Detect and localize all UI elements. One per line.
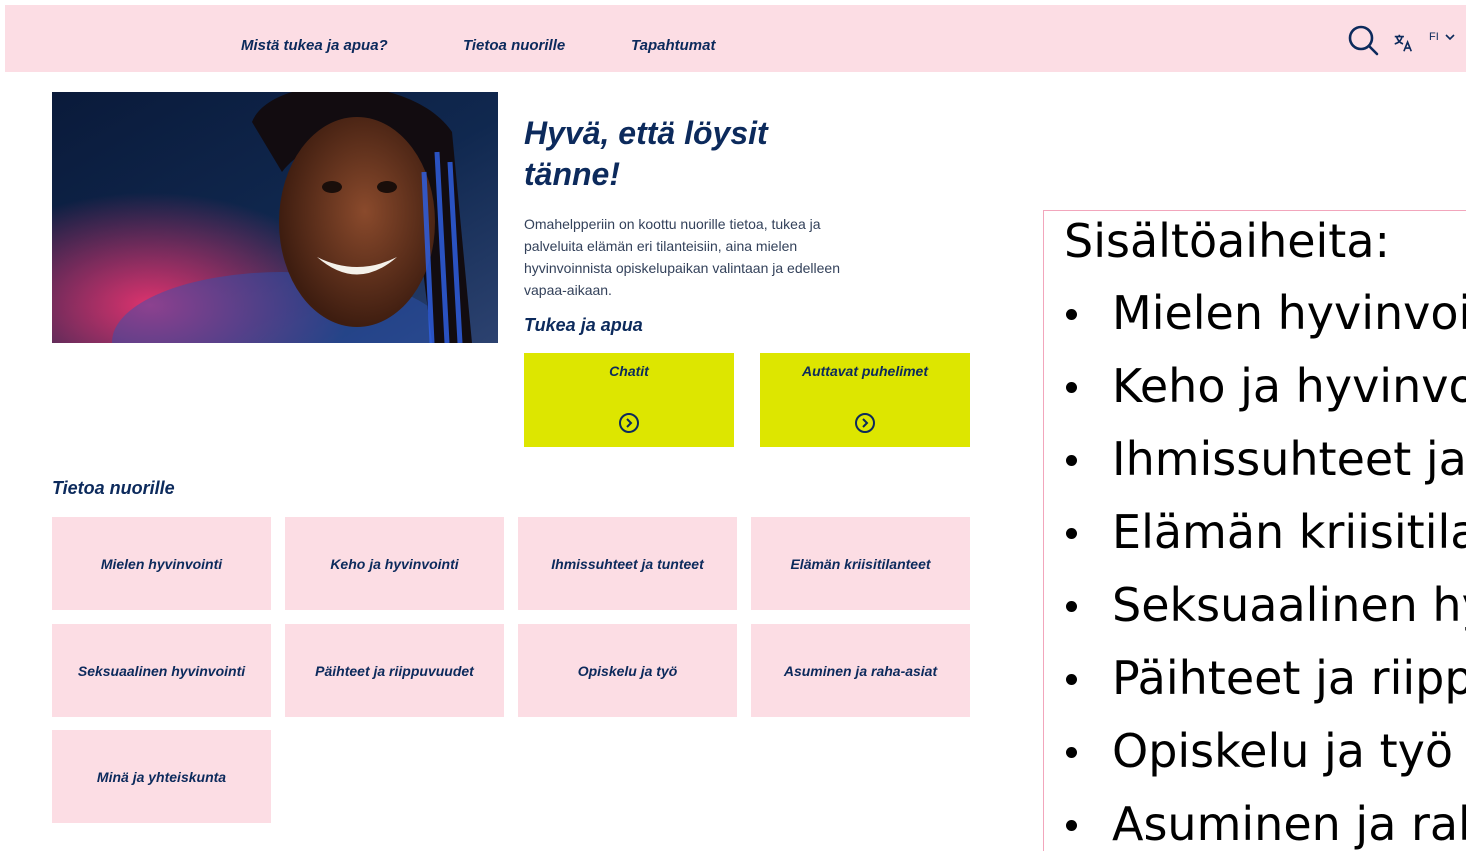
- list-item-label: Ihmissuhteet ja tunteet: [1112, 432, 1466, 486]
- list-item: Opiskelu ja työ: [1044, 721, 1466, 794]
- bullet-icon: [1066, 674, 1077, 685]
- translate-icon[interactable]: [1392, 32, 1414, 54]
- nav-link-info[interactable]: Tietoa nuorille: [463, 37, 565, 54]
- topic-tile[interactable]: Päihteet ja riippuvuudet: [285, 624, 504, 717]
- support-heading: Tukea ja apua: [524, 315, 643, 335]
- hero-title: Hyvä, että löysit tänne!: [524, 115, 768, 192]
- top-navigation-bar: [5, 5, 1466, 72]
- list-item: Keho ja hyvinvointi: [1044, 356, 1466, 429]
- list-item: Elämän kriisitilanteet: [1044, 502, 1466, 575]
- bullet-icon: [1066, 309, 1077, 320]
- topic-tile[interactable]: Keho ja hyvinvointi: [285, 517, 504, 610]
- chats-button-label: Chatit: [609, 363, 649, 379]
- hero-description: Omahelpperiin on koottu nuorille tietoa,…: [524, 216, 840, 298]
- bullet-icon: [1066, 747, 1077, 758]
- topic-tile[interactable]: Mielen hyvinvointi: [52, 517, 271, 610]
- chevron-down-icon: [1445, 34, 1455, 41]
- nav-link-events[interactable]: Tapahtumat: [631, 37, 715, 54]
- list-item-label: Opiskelu ja työ: [1112, 724, 1454, 778]
- list-item-label: Keho ja hyvinvointi: [1112, 359, 1466, 413]
- list-item: Asuminen ja raha-asiat: [1044, 794, 1466, 851]
- helplines-button-label: Auttavat puhelimet: [801, 363, 928, 379]
- arrow-circle-icon: [619, 413, 639, 433]
- bullet-icon: [1066, 601, 1077, 612]
- list-item-label: Seksuaalinen hyvinvointi: [1112, 578, 1466, 632]
- list-item: Ihmissuhteet ja tunteet: [1044, 429, 1466, 502]
- arrow-circle-icon: [855, 413, 875, 433]
- topics-heading: Tietoa nuorille: [52, 478, 175, 498]
- search-icon[interactable]: [1346, 23, 1380, 57]
- language-label: FI: [1429, 31, 1439, 43]
- list-item-label: Elämän kriisitilanteet: [1112, 505, 1466, 559]
- list-item: Seksuaalinen hyvinvointi: [1044, 575, 1466, 648]
- bullet-icon: [1066, 820, 1077, 831]
- topic-tile[interactable]: Elämän kriisitilanteet: [751, 517, 970, 610]
- content-topics-panel: Sisältöaiheita: Mielen hyvinvointi Keho …: [1043, 210, 1466, 851]
- list-item: Mielen hyvinvointi: [1044, 283, 1466, 356]
- chats-button[interactable]: Chatit: [524, 353, 734, 447]
- topic-tile[interactable]: Seksuaalinen hyvinvointi: [52, 624, 271, 717]
- list-item-label: Päihteet ja riippuvuudet: [1112, 651, 1466, 705]
- list-item-label: Mielen hyvinvointi: [1112, 286, 1466, 340]
- hero-image: [52, 92, 498, 343]
- panel-title: Sisältöaiheita:: [1064, 214, 1391, 268]
- topic-tile[interactable]: Minä ja yhteiskunta: [52, 730, 271, 823]
- topic-tile[interactable]: Opiskelu ja työ: [518, 624, 737, 717]
- panel-list: Mielen hyvinvointi Keho ja hyvinvointi I…: [1044, 283, 1466, 851]
- topic-tile[interactable]: Ihmissuhteet ja tunteet: [518, 517, 737, 610]
- bullet-icon: [1066, 455, 1077, 466]
- nav-link-support[interactable]: Mistä tukea ja apua?: [241, 37, 388, 54]
- bullet-icon: [1066, 382, 1077, 393]
- list-item-label: Asuminen ja raha-asiat: [1112, 797, 1466, 851]
- bullet-icon: [1066, 528, 1077, 539]
- list-item: Päihteet ja riippuvuudet: [1044, 648, 1466, 721]
- helplines-button[interactable]: Auttavat puhelimet: [760, 353, 970, 447]
- language-select[interactable]: FI: [1429, 31, 1455, 43]
- topic-tile[interactable]: Asuminen ja raha-asiat: [751, 624, 970, 717]
